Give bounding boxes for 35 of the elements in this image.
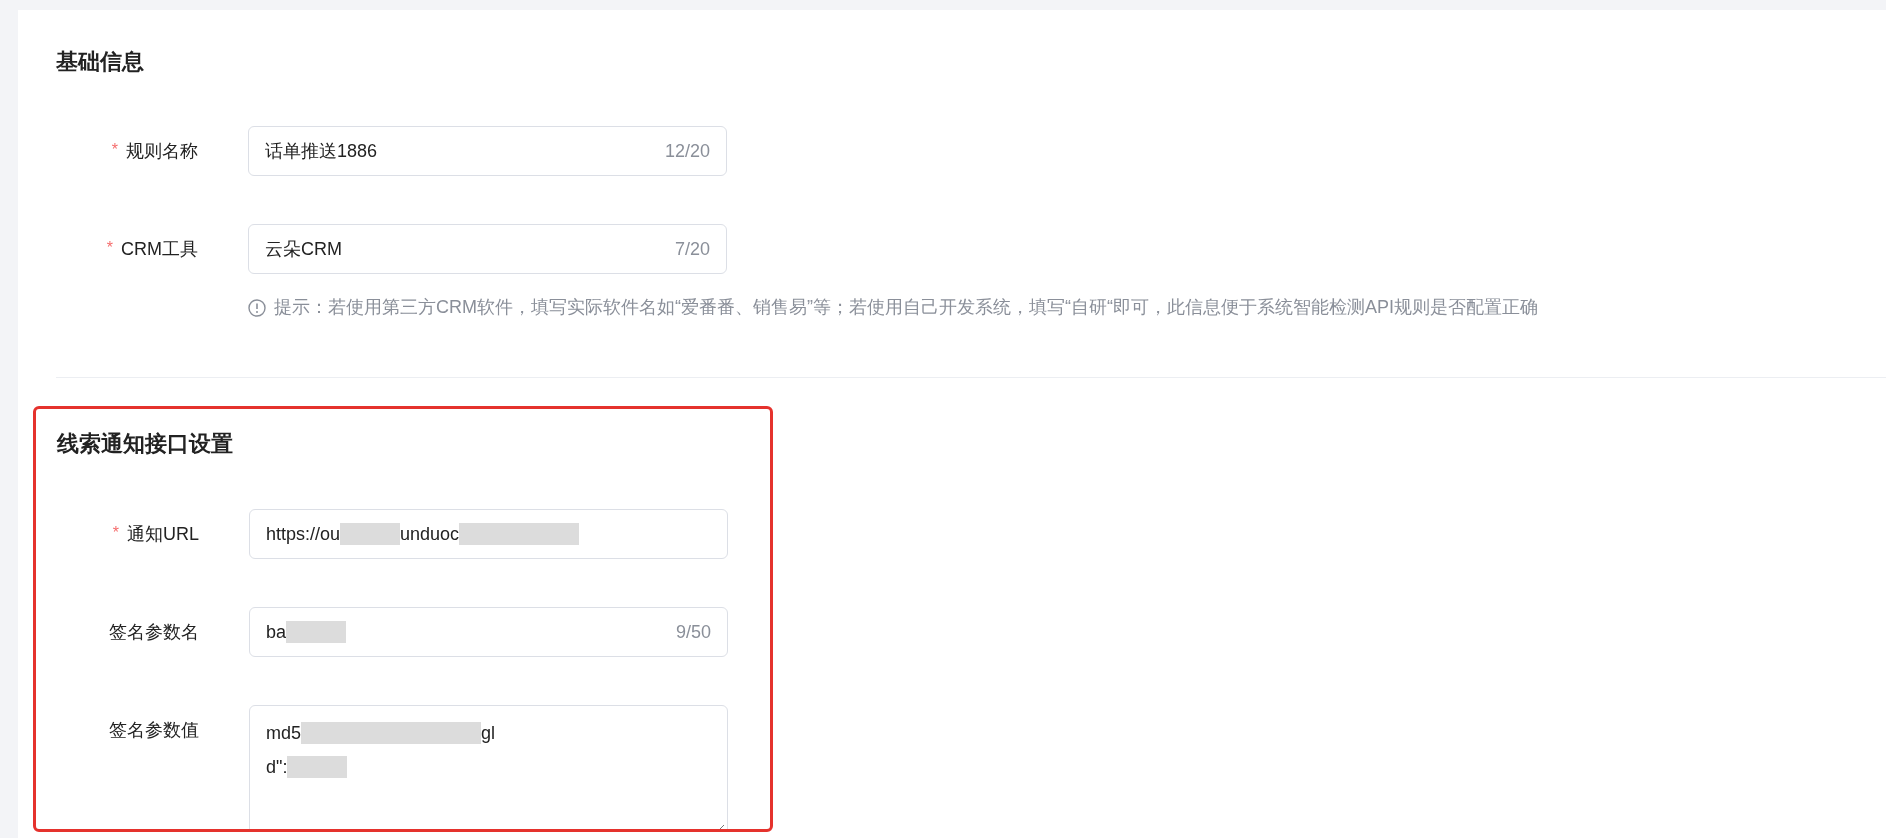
input-field[interactable]: ba 9/50 xyxy=(249,607,728,657)
value-text: gl xyxy=(481,722,496,745)
redaction-block xyxy=(286,621,347,643)
redaction-block xyxy=(340,523,401,545)
character-counter: 9/50 xyxy=(675,620,711,644)
value-text: 话单推送1886 xyxy=(265,139,378,163)
field-label: 签名参数值 xyxy=(109,719,199,742)
character-counter: 7/20 xyxy=(674,237,710,261)
required-mark: * xyxy=(111,140,118,160)
redaction-block xyxy=(519,523,580,545)
value-text: https://ou xyxy=(266,522,341,546)
section-title: 线索通知接口设置 xyxy=(57,430,234,458)
redaction-block xyxy=(421,722,481,744)
field-label: 规则名称 xyxy=(126,140,198,163)
info-icon xyxy=(248,298,266,317)
value-text: 云朵CRM xyxy=(265,237,342,261)
field-label: CRM工具 xyxy=(121,238,198,261)
textarea-field[interactable]: md5 gl d": xyxy=(249,705,728,829)
required-mark: * xyxy=(112,523,119,543)
field-label: 签名参数名 xyxy=(109,621,199,644)
input-field[interactable]: 话单推送1886 12/20 xyxy=(248,126,727,176)
input-field[interactable]: https://ou unduoc xyxy=(249,509,728,559)
input-field[interactable]: 云朵CRM 7/20 xyxy=(248,224,727,274)
hint-text: 提示：若使用第三方CRM软件，填写实际软件名如“爱番番、销售易”等；若使用自己开发系统，填写“自研“即可，此信息便于系统智能检测API规则是否配置正确 xyxy=(274,296,1538,319)
required-mark: * xyxy=(106,238,113,258)
value-text: d": xyxy=(266,756,288,779)
redaction-block xyxy=(301,722,361,744)
redaction-block xyxy=(287,756,348,778)
character-counter: 12/20 xyxy=(664,139,710,163)
field-label: 通知URL xyxy=(127,523,199,546)
value-text: ba xyxy=(266,620,287,644)
value-text: md5 xyxy=(266,722,301,745)
redaction-block xyxy=(459,523,520,545)
value-text: unduoc xyxy=(400,522,460,546)
section-title: 基础信息 xyxy=(56,48,145,76)
